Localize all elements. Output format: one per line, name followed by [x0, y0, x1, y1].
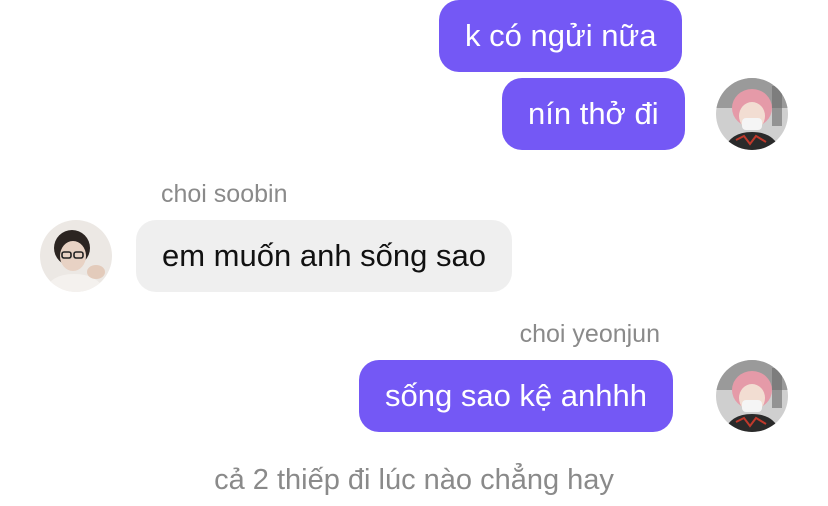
- avatar-yeonjun[interactable]: [716, 360, 788, 432]
- avatar-yeonjun-icon: [716, 78, 788, 150]
- avatar-yeonjun[interactable]: [716, 78, 788, 150]
- narration-text: cả 2 thiếp đi lúc nào chẳng hay: [214, 464, 614, 496]
- message-bubble-outgoing[interactable]: nín thở đi: [502, 78, 685, 150]
- message-bubble-outgoing[interactable]: k có ngửi nữa: [439, 0, 683, 72]
- sender-name: choi soobin: [161, 180, 288, 208]
- avatar-soobin-icon: [40, 220, 112, 292]
- avatar-yeonjun-icon: [716, 360, 788, 432]
- message-bubble-outgoing[interactable]: sống sao kệ anhhh: [359, 360, 673, 432]
- avatar-soobin[interactable]: [40, 220, 112, 292]
- message-bubble-incoming[interactable]: em muốn anh sống sao: [136, 220, 512, 292]
- sender-name: choi yeonjun: [519, 320, 660, 348]
